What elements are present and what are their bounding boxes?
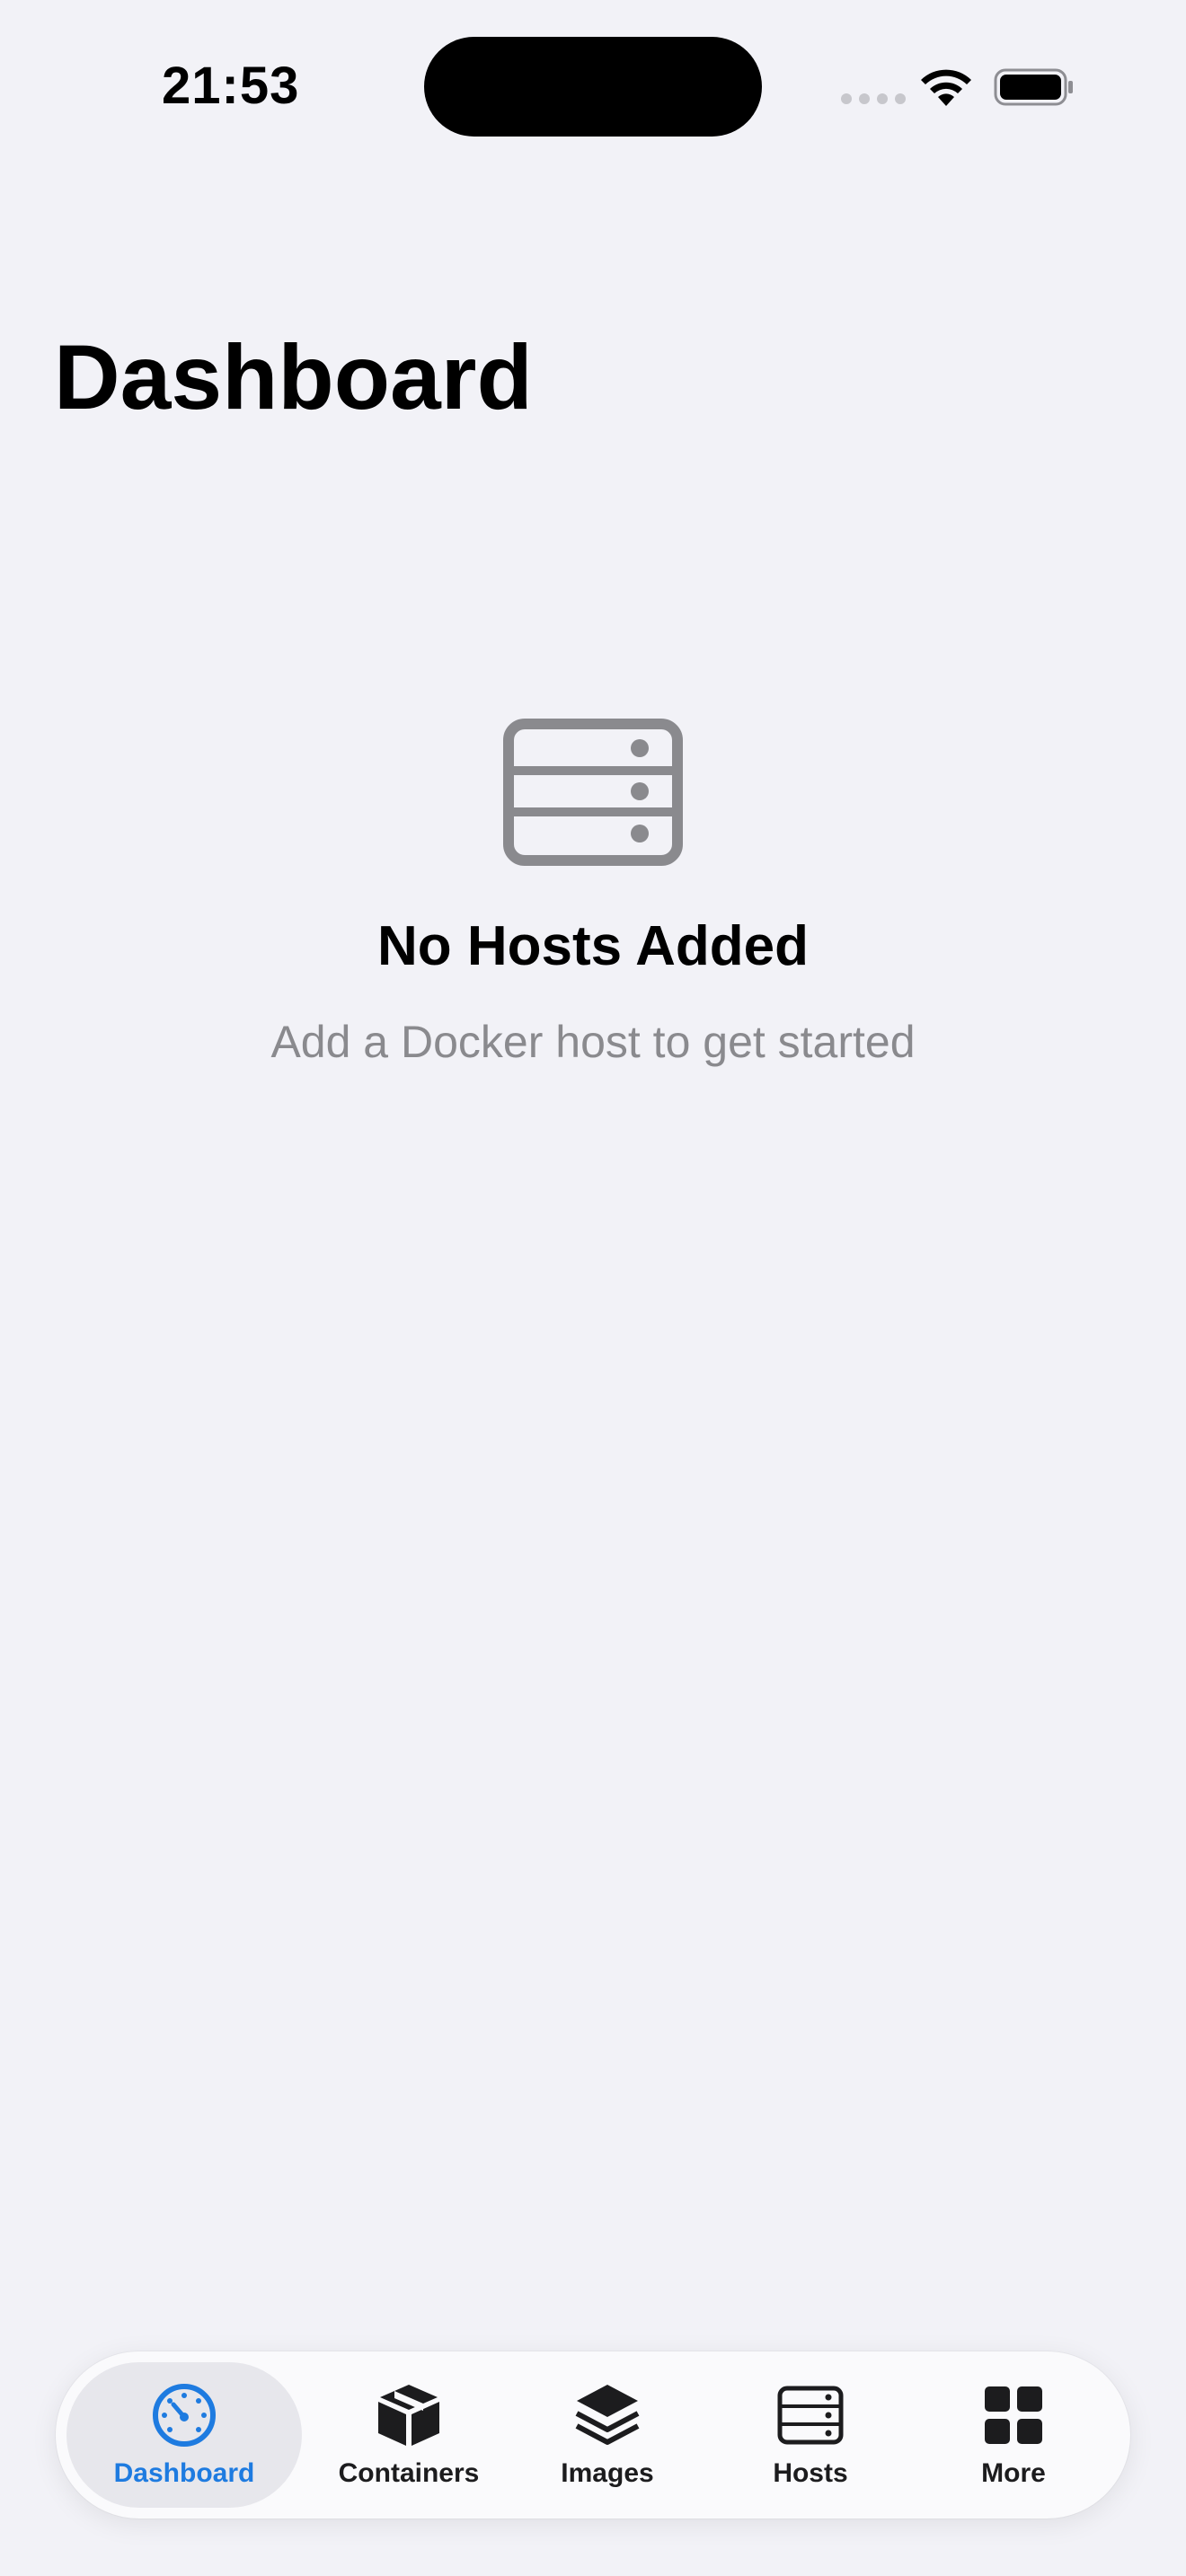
cellular-signal-icon <box>841 93 906 104</box>
status-bar: 21:53 <box>0 0 1186 180</box>
tab-images[interactable]: Images <box>518 2362 697 2508</box>
wifi-icon <box>921 69 971 106</box>
empty-state: No Hosts Added Add a Docker host to get … <box>0 719 1186 1069</box>
tab-label-images: Images <box>561 2458 654 2488</box>
gauge-icon <box>153 2384 216 2447</box>
page-title: Dashboard <box>54 326 533 428</box>
server-icon <box>777 2386 844 2445</box>
empty-state-subtitle: Add a Docker host to get started <box>270 1017 916 1067</box>
tab-label-dashboard: Dashboard <box>113 2458 255 2488</box>
grid-icon <box>985 2386 1042 2444</box>
tab-label-containers: Containers <box>338 2458 480 2488</box>
tab-more[interactable]: More <box>925 2362 1102 2508</box>
tab-label-hosts: Hosts <box>773 2458 848 2488</box>
status-time: 21:53 <box>162 57 300 115</box>
server-rack-icon <box>503 719 683 866</box>
tab-dashboard[interactable]: Dashboard <box>66 2362 302 2508</box>
box-icon <box>378 2385 439 2446</box>
tab-bar: Dashboard Containers Images Hosts More <box>56 2351 1130 2519</box>
layers-icon <box>575 2385 640 2445</box>
battery-icon <box>994 68 1073 106</box>
dynamic-island <box>424 37 762 137</box>
tab-label-more: More <box>981 2458 1046 2488</box>
empty-state-title: No Hosts Added <box>377 915 809 977</box>
tab-hosts[interactable]: Hosts <box>721 2362 900 2508</box>
tab-containers[interactable]: Containers <box>316 2362 501 2508</box>
